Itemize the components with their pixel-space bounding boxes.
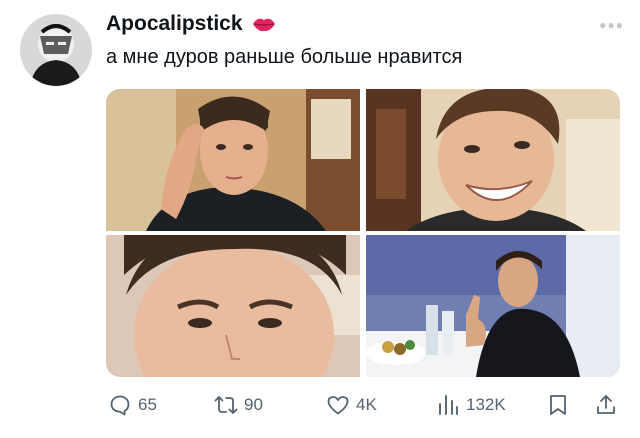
author-row: Apocalipstick — [106, 12, 277, 36]
reply-button[interactable]: 65 — [108, 392, 157, 418]
reply-icon — [110, 395, 130, 416]
more-dots-icon[interactable]: ●●● — [599, 18, 624, 32]
author-avatar[interactable] — [20, 14, 92, 86]
photo-3[interactable] — [106, 235, 360, 377]
photo-man-hand-on-temple-icon — [106, 89, 360, 231]
photo-2[interactable] — [366, 89, 620, 231]
views-button[interactable]: 132K — [436, 392, 506, 418]
retweet-button[interactable]: 90 — [214, 392, 263, 418]
heart-icon — [327, 396, 349, 415]
bookmark-button[interactable] — [546, 392, 570, 418]
tweet-text: а мне дуров раньше больше нравится — [106, 46, 463, 68]
retweet-icon — [214, 396, 238, 414]
photo-1[interactable] — [106, 89, 360, 231]
avatar-image — [20, 14, 92, 86]
bookmark-icon — [550, 395, 566, 415]
views-bars-icon — [439, 395, 458, 415]
like-count: 4K — [356, 395, 377, 414]
photo-4[interactable] — [366, 235, 620, 377]
reply-count: 65 — [138, 395, 157, 414]
like-button[interactable]: 4K — [326, 392, 377, 418]
views-count: 132K — [466, 395, 506, 414]
retweet-count: 90 — [244, 395, 263, 414]
tweet-actions: 65 90 4K 132K — [106, 392, 620, 418]
photo-man-restaurant-gesture-icon — [366, 235, 620, 377]
author-name[interactable]: Apocalipstick — [106, 12, 243, 36]
media-grid — [106, 89, 620, 377]
share-button[interactable] — [594, 392, 618, 418]
lips-kiss-icon — [251, 15, 277, 33]
photo-man-frowning-closeup-icon — [106, 235, 360, 377]
photo-man-smiling-closeup-icon — [366, 89, 620, 231]
share-icon — [597, 395, 615, 414]
